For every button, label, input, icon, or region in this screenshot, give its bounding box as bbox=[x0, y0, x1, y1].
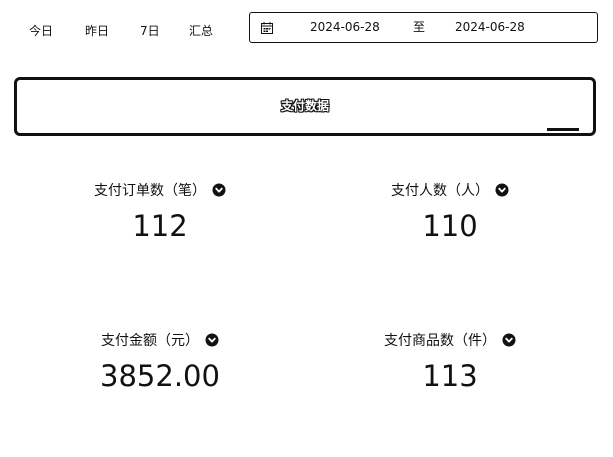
metric-label-row: 支付金额（元） bbox=[30, 328, 290, 352]
metric-payment-users: 支付人数（人） 110 bbox=[320, 178, 580, 243]
metric-payment-amount: 支付金额（元） 3852.00 bbox=[30, 328, 290, 393]
metric-label: 支付订单数（笔） bbox=[94, 183, 206, 199]
start-date-input[interactable]: 2024-06-28 bbox=[310, 13, 380, 42]
info-icon[interactable] bbox=[212, 183, 226, 197]
tab-yesterday[interactable]: 昨日 bbox=[85, 16, 109, 46]
calendar-icon bbox=[261, 22, 273, 34]
metric-payment-items: 支付商品数（件） 113 bbox=[320, 328, 580, 393]
date-range-picker[interactable]: 2024-06-28 至 2024-06-28 bbox=[249, 12, 598, 43]
metric-label-row: 支付商品数（件） bbox=[320, 328, 580, 352]
header-decoration bbox=[547, 128, 579, 131]
tab-7-days[interactable]: 7日 bbox=[140, 16, 160, 46]
metric-label: 支付金额（元） bbox=[101, 333, 199, 349]
info-icon[interactable] bbox=[205, 333, 219, 347]
metric-value: 112 bbox=[132, 209, 188, 243]
metric-label: 支付人数（人） bbox=[391, 183, 489, 199]
metric-value: 110 bbox=[422, 209, 478, 243]
metric-label: 支付商品数（件） bbox=[384, 333, 496, 349]
metric-payment-orders: 支付订单数（笔） 112 bbox=[30, 178, 290, 243]
metric-label-row: 支付订单数（笔） bbox=[30, 178, 290, 202]
metric-value: 113 bbox=[422, 359, 478, 393]
section-header: 支付数据 bbox=[14, 77, 596, 136]
tab-today[interactable]: 今日 bbox=[29, 16, 53, 46]
section-title: 支付数据 bbox=[280, 99, 329, 113]
info-icon[interactable] bbox=[495, 183, 509, 197]
end-date-input[interactable]: 2024-06-28 bbox=[455, 13, 525, 42]
info-icon[interactable] bbox=[502, 333, 516, 347]
date-range-separator: 至 bbox=[413, 20, 426, 34]
metric-value: 3852.00 bbox=[100, 359, 220, 393]
metric-label-row: 支付人数（人） bbox=[320, 178, 580, 202]
tab-summary[interactable]: 汇总 bbox=[189, 16, 213, 46]
